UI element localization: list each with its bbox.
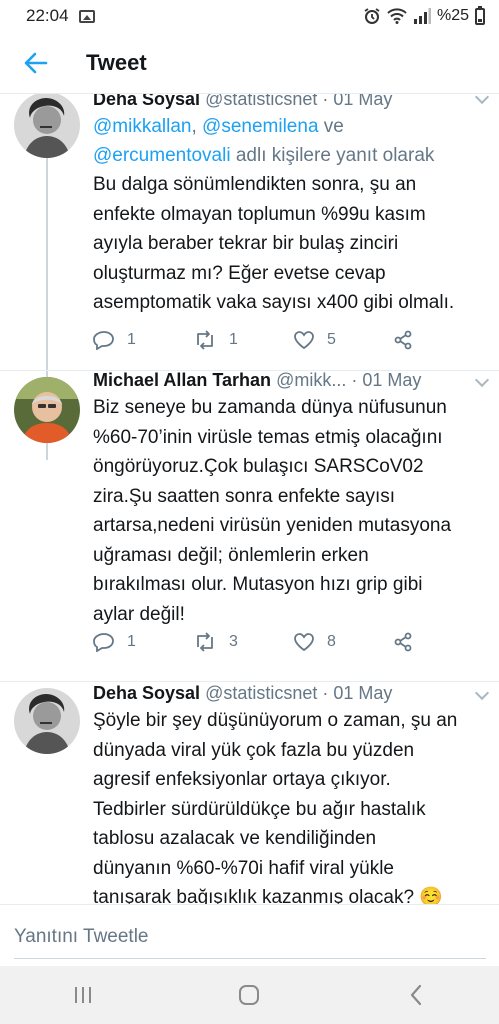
retweet-button[interactable]: 3 xyxy=(193,632,293,652)
status-bar: 22:04 %25 xyxy=(0,0,499,32)
home-button[interactable] xyxy=(219,975,279,1015)
author-handle: @statisticsnet xyxy=(205,94,318,109)
share-button[interactable] xyxy=(393,330,413,350)
reply-input[interactable] xyxy=(14,915,486,959)
retweet-count: 3 xyxy=(229,633,238,650)
reply-count: 1 xyxy=(127,633,136,650)
arrow-left-icon xyxy=(24,52,48,73)
retweet-icon xyxy=(197,330,213,350)
avatar[interactable] xyxy=(14,377,80,443)
tweet-actions: 1 3 8 xyxy=(93,627,433,657)
share-icon xyxy=(394,330,412,350)
replying-to: @mikkallan, @senemilena ve @ercumentoval… xyxy=(93,116,435,166)
reply-button[interactable]: 1 xyxy=(93,632,193,652)
tweet-date: 01 May xyxy=(362,370,422,390)
reply-count: 1 xyxy=(127,331,136,348)
heart-icon xyxy=(294,633,314,652)
system-nav-bar xyxy=(0,966,499,1024)
page-title: Tweet xyxy=(86,49,147,75)
avatar[interactable] xyxy=(14,94,80,158)
reply-button[interactable]: 1 xyxy=(93,330,193,350)
mention-link[interactable]: @mikkallan xyxy=(93,116,191,137)
avatar[interactable] xyxy=(14,688,80,754)
like-button[interactable]: 5 xyxy=(293,330,393,350)
signal-icon xyxy=(413,8,431,24)
clock-time: 22:04 xyxy=(26,6,69,25)
battery-percent: %25 xyxy=(436,7,469,24)
tweet-text: Biz seneye bu zamanda dünya nüfusunun %6… xyxy=(93,397,452,625)
back-button[interactable] xyxy=(16,43,56,83)
retweet-count: 1 xyxy=(229,331,238,348)
tweet-item[interactable]: Deha Soysal @statisticsnet · 01 May @mik… xyxy=(0,94,499,371)
reply-composer-bar xyxy=(0,904,499,966)
mention-link[interactable]: @ercumentovali xyxy=(93,145,231,166)
share-icon xyxy=(394,632,412,652)
reply-joiner: ve xyxy=(323,116,344,137)
gallery-notification-icon xyxy=(78,9,95,23)
tweet-date: 01 May xyxy=(333,683,393,703)
tweet-text: Bu dalga sönümlendikten sonra, şu an enf… xyxy=(93,174,455,313)
author-name[interactable]: Michael Allan Tarhan xyxy=(93,370,271,390)
system-back-button[interactable] xyxy=(386,975,446,1015)
top-app-bar: Tweet xyxy=(0,32,499,94)
tweet-item[interactable]: Michael Allan Tarhan @mikk... · 01 May B… xyxy=(0,370,499,681)
reply-icon xyxy=(93,633,114,652)
tweet-text: Şöyle bir şey düşünüyorum o zaman, şu an… xyxy=(93,710,458,904)
retweet-button[interactable]: 1 xyxy=(193,330,293,350)
tweet-header: Deha Soysal @statisticsnet · 01 May xyxy=(93,683,393,703)
share-button[interactable] xyxy=(393,632,413,652)
author-handle: @statisticsnet xyxy=(205,683,318,703)
conversation-feed[interactable]: Deha Soysal @statisticsnet · 01 May @mik… xyxy=(0,94,499,904)
wifi-icon xyxy=(387,8,407,24)
like-count: 5 xyxy=(327,331,336,348)
like-count: 8 xyxy=(327,633,336,650)
recents-icon xyxy=(75,987,92,1003)
author-handle: @mikk... xyxy=(276,370,347,390)
back-icon xyxy=(410,984,421,1006)
home-icon xyxy=(239,985,260,1005)
author-name[interactable]: Deha Soysal xyxy=(93,94,200,109)
retweet-icon xyxy=(197,632,213,652)
reply-suffix: adlı kişilere yanıt olarak xyxy=(235,145,435,166)
tweet-header: Deha Soysal @statisticsnet · 01 May xyxy=(93,94,487,112)
heart-icon xyxy=(294,331,314,350)
tweet-item[interactable]: Deha Soysal @statisticsnet · 01 May Şöyl… xyxy=(0,682,499,904)
tweet-date: 01 May xyxy=(333,94,393,109)
recents-button[interactable] xyxy=(53,975,113,1015)
like-button[interactable]: 8 xyxy=(293,632,393,652)
author-name[interactable]: Deha Soysal xyxy=(93,683,200,703)
reply-icon xyxy=(93,331,114,350)
tweet-actions: 1 1 5 xyxy=(93,325,433,355)
tweet-header: Michael Allan Tarhan @mikk... · 01 May xyxy=(93,370,422,390)
battery-icon xyxy=(475,5,485,25)
alarm-icon xyxy=(364,8,380,24)
mention-link[interactable]: @senemilena xyxy=(202,116,318,137)
